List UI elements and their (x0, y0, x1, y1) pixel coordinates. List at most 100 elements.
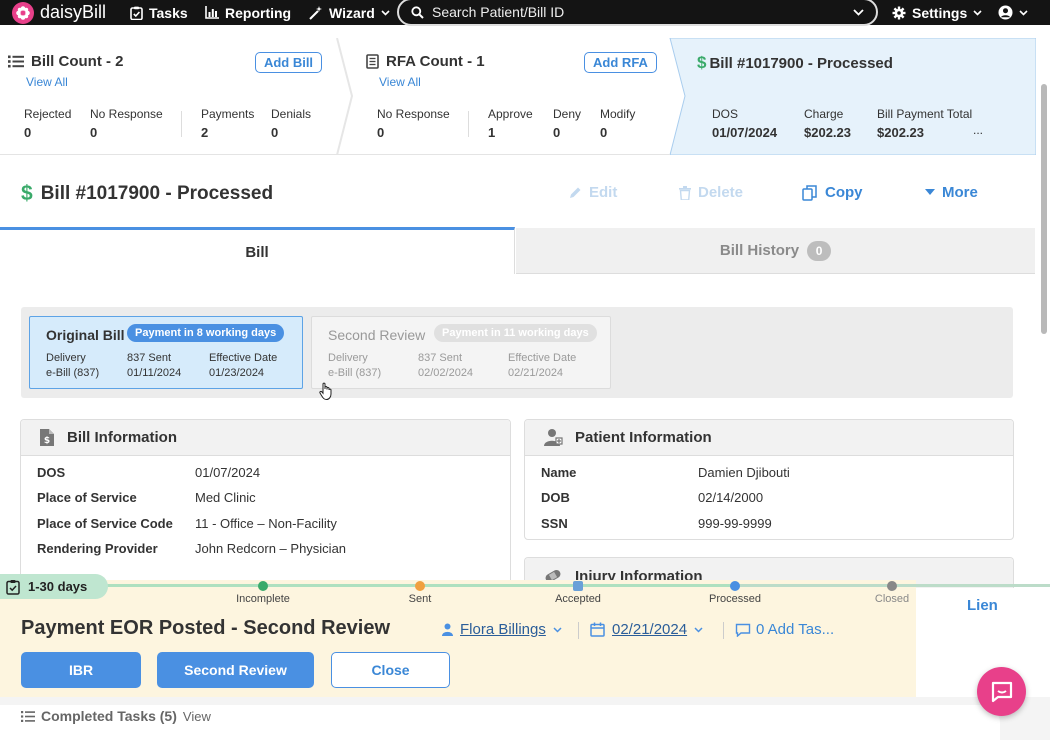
completed-tasks-view-link[interactable]: View (183, 709, 211, 724)
chat-launcher-button[interactable] (977, 667, 1026, 716)
scrollbar-thumb[interactable] (1041, 84, 1047, 334)
nav-reporting[interactable]: Reporting (205, 0, 291, 25)
divider (723, 622, 724, 639)
svg-text:$: $ (44, 436, 50, 446)
effective-date-label: Effective Date (508, 352, 577, 364)
stat-label: No Response (377, 107, 450, 121)
stat-label: No Response (90, 107, 163, 121)
original-bill-card[interactable]: Original Bill Payment in 8 working days … (29, 316, 303, 389)
edit-label: Edit (589, 184, 618, 201)
stat-value: 0 (553, 125, 561, 140)
daisy-logo-icon (12, 1, 34, 24)
search-icon (411, 5, 424, 19)
active-bill-title-text: Bill #1017900 - Processed (709, 54, 893, 72)
payment-badge: Payment in 8 working days (127, 324, 285, 342)
task-title: Payment EOR Posted - Second Review (21, 617, 390, 639)
invoice-icon: $ (40, 429, 54, 446)
second-review-button[interactable]: Second Review (157, 652, 314, 688)
clipboard-check-icon (130, 6, 143, 20)
effective-date-label: Effective Date (209, 352, 278, 364)
chat-icon (991, 681, 1012, 702)
sent-label: 837 Sent (418, 352, 463, 364)
more-label: More (942, 184, 978, 201)
add-rfa-button[interactable]: Add RFA (584, 52, 657, 73)
caret-down-icon (925, 189, 935, 195)
completed-tasks-toggle[interactable]: Completed Tasks (5) View (21, 708, 211, 724)
search-input[interactable]: Search Patient/Bill ID (432, 4, 564, 20)
trash-icon (679, 185, 691, 200)
stage-label: Closed (874, 593, 910, 605)
timeline-progress (0, 584, 735, 587)
stat-value: 2 (201, 125, 209, 140)
document-icon (366, 54, 379, 69)
assignee-name: Flora Billings (460, 621, 546, 638)
delivery-value: e-Bill (837) (328, 367, 382, 379)
stat-value: 1 (488, 125, 496, 140)
delivery-value: e-Bill (837) (46, 367, 100, 379)
rfa-count-title-text: RFA Count - 1 (386, 53, 485, 70)
history-count-badge: 0 (807, 240, 832, 261)
more-button[interactable]: More (925, 184, 978, 201)
copy-icon (802, 184, 817, 201)
chevron-down-icon (1019, 9, 1028, 16)
pencil-icon (570, 187, 581, 198)
logo[interactable]: daisyBill (12, 0, 106, 25)
stat-label: Modify (600, 107, 636, 121)
search-bar[interactable]: Search Patient/Bill ID (397, 0, 878, 26)
add-task-note-link[interactable]: 0 Add Tas... (735, 621, 834, 638)
close-task-button[interactable]: Close (331, 652, 450, 688)
chevron-down-icon (694, 626, 703, 633)
bar-chart-icon (205, 6, 219, 19)
stage-dot-closed (887, 581, 897, 591)
gear-icon (892, 6, 906, 19)
stage-dot-incomplete (258, 581, 268, 591)
tab-bill[interactable]: Bill (0, 227, 515, 274)
add-bill-button[interactable]: Add Bill (255, 52, 322, 73)
stage-label: Processed (709, 593, 761, 605)
ibr-button[interactable]: IBR (21, 652, 141, 688)
patient-information-title: Patient Information (575, 429, 712, 446)
bill-count-title: Bill Count - 2 (8, 53, 124, 70)
divider (468, 111, 469, 137)
patient-information-header: Patient Information (525, 420, 1013, 456)
delete-label: Delete (698, 184, 744, 201)
delivery-label: Delivery (46, 352, 86, 364)
info-value: Med Clinic (195, 490, 256, 505)
chevron-down-icon[interactable] (853, 9, 864, 16)
info-value: John Redcorn – Physician (195, 541, 347, 556)
info-key: DOS (37, 465, 66, 480)
user-menu[interactable] (998, 0, 1028, 25)
task-age-text: 1-30 days (28, 579, 88, 594)
more-ellipsis[interactable]: ... (973, 123, 983, 137)
info-value: 999-99-9999 (698, 516, 772, 531)
stat-value: 0 (600, 125, 608, 140)
nav-tasks[interactable]: Tasks (130, 0, 188, 25)
task-age-badge: 1-30 days (0, 574, 108, 599)
stat-value: $202.23 (877, 125, 924, 140)
rfa-count-view-all-link[interactable]: View All (379, 75, 421, 89)
lien-link[interactable]: Lien (967, 597, 998, 614)
task-due-date-dropdown[interactable]: 02/21/2024 (590, 621, 703, 638)
nav-wizard[interactable]: Wizard (309, 0, 390, 25)
delete-button[interactable]: Delete (679, 184, 743, 201)
stat-label: Approve (488, 107, 533, 121)
stat-value: 0 (24, 125, 32, 140)
info-value: 02/14/2000 (698, 490, 764, 505)
bill-count-view-all-link[interactable]: View All (26, 75, 68, 89)
stat-label: Rejected (24, 107, 72, 121)
copy-button[interactable]: Copy (802, 184, 863, 201)
summary-strip: Bill Count - 2 View All Add Bill Rejecte… (0, 38, 1036, 155)
logo-text: daisyBill (40, 2, 107, 22)
hand-cursor-icon (319, 382, 332, 401)
stat-label: Charge (804, 107, 844, 121)
nav-tasks-label: Tasks (149, 4, 188, 21)
edit-button[interactable]: Edit (568, 184, 617, 201)
info-key: DOB (541, 490, 570, 505)
nav-settings[interactable]: Settings (892, 0, 982, 25)
second-review-card[interactable]: Second Review Payment in 11 working days… (311, 316, 611, 389)
task-assignee-dropdown[interactable]: Flora Billings (442, 621, 562, 638)
tab-bill-history[interactable]: Bill History 0 (516, 228, 1035, 274)
payment-badge: Payment in 11 working days (434, 324, 597, 342)
divider (181, 111, 182, 137)
nav-wizard-label: Wizard (329, 4, 375, 21)
